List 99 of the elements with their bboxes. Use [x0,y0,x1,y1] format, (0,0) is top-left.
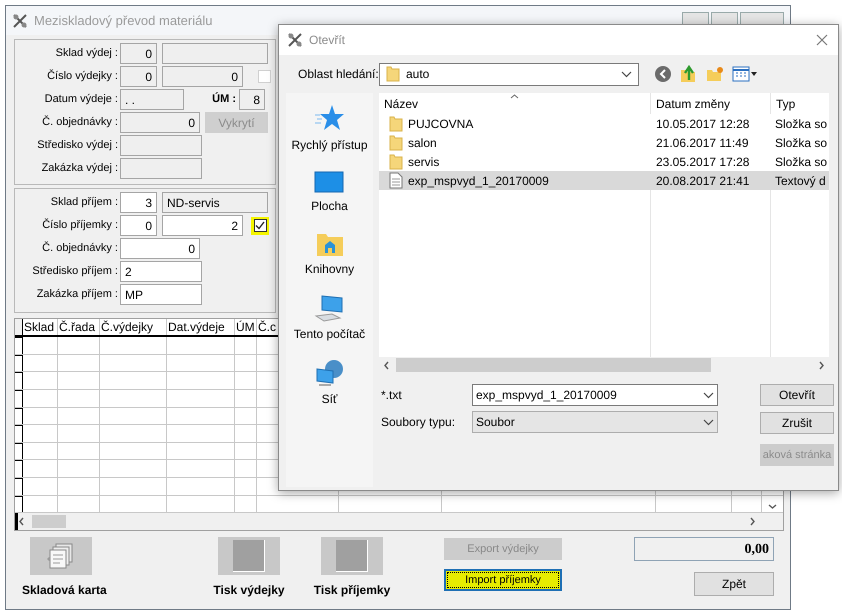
total-field: 0,00 [634,537,774,561]
network-icon [314,359,344,387]
input-field[interactable]: ND-servis [162,192,268,213]
file-type-label: Soubory typu: [380,414,456,431]
input-field[interactable]: 0 [120,66,157,87]
field-label: Sklad příjem : [50,195,119,210]
row-header[interactable] [15,496,23,512]
column-header[interactable]: Dat.výdeje [167,319,235,335]
library-folder-icon [316,231,344,257]
field-label: ÚM : [211,91,237,108]
row-header[interactable] [15,337,23,354]
column-header[interactable]: Sklad [23,319,58,335]
column-header[interactable]: Č.řada [58,319,100,335]
checkbox[interactable] [254,219,266,232]
place-item[interactable]: Knihovny [304,231,354,278]
field-label: Středisko výdej : [36,138,119,154]
input-field[interactable]: 0 [120,43,157,64]
folder-icon [389,116,403,132]
field-label: Středisko příjem : [31,264,119,280]
scroll-right-icon[interactable] [818,360,825,370]
place-item[interactable]: Rychlý přístup [291,103,368,154]
row-header[interactable] [15,372,23,389]
field-label: Č. objednávky : [41,240,119,256]
computer-icon [314,294,344,322]
input-field[interactable] [162,43,268,64]
field-label: Číslo příjemky : [41,217,119,234]
input-field[interactable]: 2 [162,215,243,236]
scrollbar-thumb[interactable] [396,358,711,372]
print-button[interactable] [218,537,280,575]
folder-icon [386,66,400,82]
input-field[interactable]: 3 [120,192,157,213]
input-field[interactable]: . . [120,89,184,110]
scroll-left-icon[interactable] [383,360,390,370]
print-preview-icon [336,540,368,572]
tools-icon [287,32,303,48]
input-field[interactable] [120,158,202,179]
column-header[interactable]: Datum změny [651,93,771,114]
field-label: Datum výdeje : [44,92,119,108]
file-name-label: *.txt [380,387,403,404]
scroll-down-icon[interactable] [768,503,777,510]
file-row[interactable]: PUJCOVNA 10.05.2017 12:28 Složka so [379,114,829,133]
back-button[interactable]: Zpět [694,572,774,596]
button-label: Tisk výdejky [213,582,285,599]
row-header[interactable] [15,442,23,460]
file-row[interactable]: exp_mspvyd_1_20170009 20.08.2017 21:41 Textový d [379,171,829,190]
dialog-button[interactable]: Zrušit [760,412,834,434]
import-button[interactable]: Import příjemky [444,569,562,591]
up-folder-icon[interactable] [680,65,698,83]
close-icon[interactable] [816,34,828,46]
column-header[interactable]: Č.výdejky [100,319,167,335]
file-row[interactable]: salon 21.06.2017 11:49 Složka so [379,133,829,152]
text-file-icon [389,172,403,189]
row-header[interactable] [15,390,23,407]
place-item[interactable]: Tento počítač [294,294,366,343]
look-in-label: Oblast hledání: [298,66,379,83]
print-preview-icon [233,540,265,572]
input-field[interactable]: MP [120,284,202,305]
field-label: Sklad výdej : [54,46,119,62]
file-row[interactable]: servis 23.05.2017 17:28 Složka so [379,152,829,171]
column-header[interactable]: Název [379,93,651,114]
folder-icon [389,134,403,150]
input-field[interactable]: 0 [162,66,243,87]
look-in-dropdown[interactable]: auto [379,62,639,86]
field-label: Č. objednávky : [41,114,119,130]
place-item[interactable]: Plocha [311,170,348,215]
input-field[interactable]: 2 [120,261,202,282]
row-header[interactable] [15,425,23,442]
input-field[interactable]: 0 [120,238,200,259]
file-type-dropdown[interactable]: Soubor [472,411,718,433]
row-header[interactable] [15,354,23,372]
input-field[interactable]: 0 [120,215,157,236]
place-item[interactable]: Síť [314,359,344,408]
column-header[interactable]: ÚM [235,319,257,335]
input-field[interactable]: 0 [120,112,200,133]
folder-icon [389,154,403,170]
print-button[interactable] [321,537,383,575]
window-title: Meziskladový převod materiálu [34,12,212,30]
scrollbar-thumb[interactable] [32,515,66,528]
field-label: Zakázka příjem : [36,287,119,302]
input-field[interactable]: 8 [239,89,265,110]
input-field[interactable] [120,135,202,156]
button-label: Tisk příjemky [314,582,390,599]
button-label: Skladová karta [22,582,108,599]
desktop-icon [314,170,344,194]
file-name-field[interactable]: exp_mspvyd_1_20170009 [472,384,718,406]
field-label: Zakázka výdej : [40,161,119,176]
dialog-title: Otevřít [309,32,346,49]
row-header[interactable] [15,460,23,478]
row-header[interactable] [15,408,23,424]
stock-card-button[interactable] [30,537,92,575]
row-header[interactable] [15,478,23,495]
checkmark-icon [255,221,265,230]
column-header[interactable]: Typ [771,93,829,114]
tools-icon [12,12,28,28]
field-label: Číslo výdejky : [46,68,119,84]
back-icon[interactable] [654,65,672,83]
star-icon [314,103,346,133]
view-menu-icon[interactable] [732,66,758,82]
dialog-button[interactable]: Otevřít [760,384,834,406]
